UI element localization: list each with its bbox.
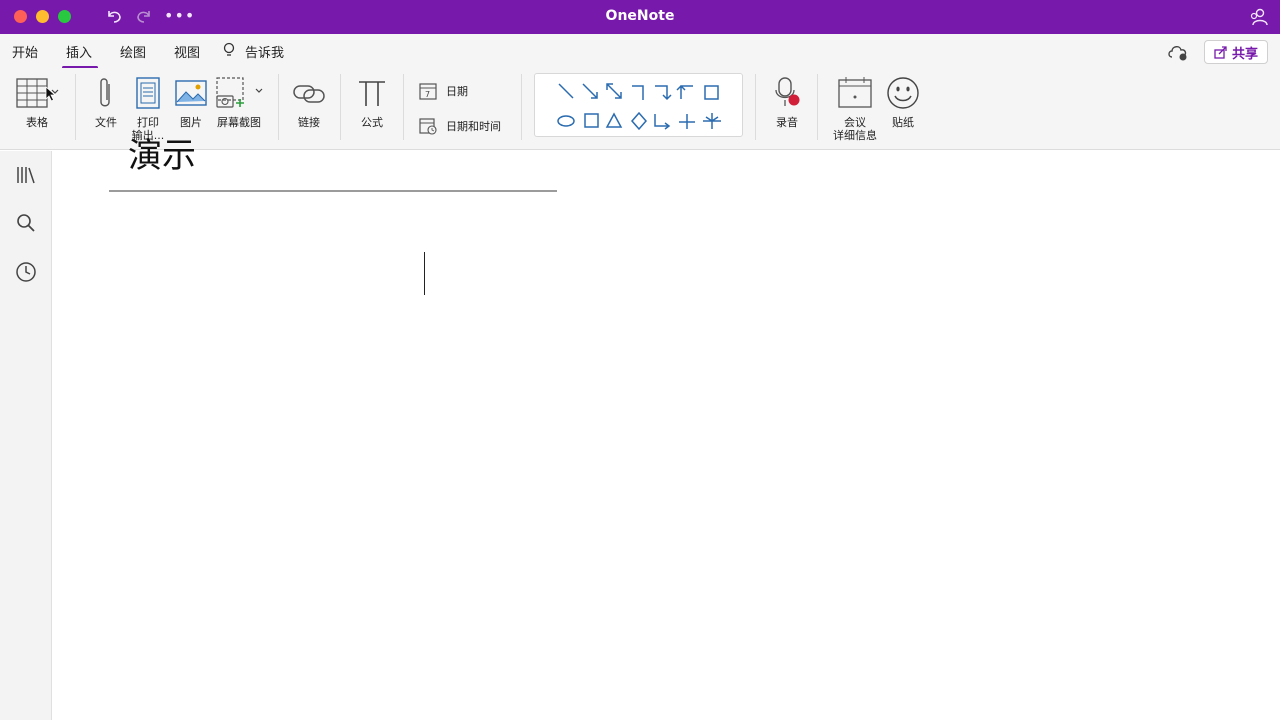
navigation-sidebar <box>0 151 52 720</box>
ribbon-divider <box>278 74 279 140</box>
link-label: 链接 <box>298 116 320 129</box>
sticker-label: 贴纸 <box>892 116 914 129</box>
picture-icon <box>175 80 207 106</box>
shapes-gallery[interactable] <box>534 73 743 137</box>
printout-icon <box>136 77 160 109</box>
smiley-icon <box>887 77 919 109</box>
lightbulb-icon <box>223 42 235 56</box>
screenshot-label: 屏幕截图 <box>217 116 261 129</box>
ribbon-divider <box>340 74 341 140</box>
share-icon <box>1214 46 1227 59</box>
title-bar: ••• OneNote <box>0 0 1280 34</box>
date-button[interactable]: 7 日期 <box>418 81 468 101</box>
title-underline <box>109 190 557 192</box>
tab-home[interactable]: 开始 <box>12 42 38 61</box>
mouse-pointer-icon <box>45 86 57 102</box>
equation-button[interactable]: 公式 <box>356 76 388 136</box>
meeting-details-button[interactable]: 会议 详细信息 <box>833 76 877 142</box>
tab-tell-me[interactable]: 告诉我 <box>245 42 284 61</box>
record-audio-button[interactable]: 录音 <box>772 76 802 136</box>
meeting-label-line2: 详细信息 <box>833 129 877 142</box>
tab-view[interactable]: 视图 <box>174 42 200 61</box>
text-caret <box>424 252 425 295</box>
table-label: 表格 <box>26 116 48 129</box>
ribbon-divider <box>403 74 404 140</box>
account-icon[interactable] <box>1248 7 1268 27</box>
sticker-button[interactable]: 贴纸 <box>886 76 920 136</box>
ribbon-divider <box>755 74 756 140</box>
screenshot-button[interactable]: 屏幕截图 <box>214 76 264 136</box>
equation-label: 公式 <box>361 116 383 129</box>
date-time-label: 日期和时间 <box>446 120 501 133</box>
meeting-calendar-icon <box>838 77 872 108</box>
calendar-icon: 7 <box>419 83 437 100</box>
share-button[interactable]: 共享 <box>1204 40 1268 64</box>
ribbon-divider <box>75 74 76 140</box>
pi-icon <box>359 81 385 106</box>
microphone-icon <box>775 77 800 106</box>
tab-insert[interactable]: 插入 <box>61 42 99 69</box>
search-icon[interactable] <box>15 212 37 234</box>
share-label: 共享 <box>1231 46 1258 62</box>
table-button[interactable]: 表格 <box>14 76 60 136</box>
svg-text:7: 7 <box>425 90 430 99</box>
ribbon-tabs: 开始 插入 绘图 视图 告诉我 共享 <box>0 34 1280 69</box>
recent-clock-icon[interactable] <box>15 261 37 283</box>
tab-draw[interactable]: 绘图 <box>120 42 146 61</box>
screenshot-icon <box>216 77 263 108</box>
calendar-clock-icon <box>419 118 437 135</box>
date-time-button[interactable]: 日期和时间 <box>418 116 501 136</box>
paperclip-icon <box>100 78 110 107</box>
link-button[interactable]: 链接 <box>292 76 326 136</box>
shapes-icon <box>557 83 721 131</box>
link-icon <box>293 85 325 103</box>
ribbon-divider <box>521 74 522 140</box>
app-title: OneNote <box>605 8 675 24</box>
record-label: 录音 <box>776 116 798 129</box>
date-label: 日期 <box>446 85 468 98</box>
onenote-window: ••• OneNote 开始 插入 绘图 视图 告诉我 共享 表格 文件 打印 … <box>0 0 1280 720</box>
sync-cloud-icon[interactable] <box>1166 42 1190 62</box>
page-title[interactable]: 演示 <box>128 128 196 177</box>
notebooks-icon[interactable] <box>15 164 37 186</box>
